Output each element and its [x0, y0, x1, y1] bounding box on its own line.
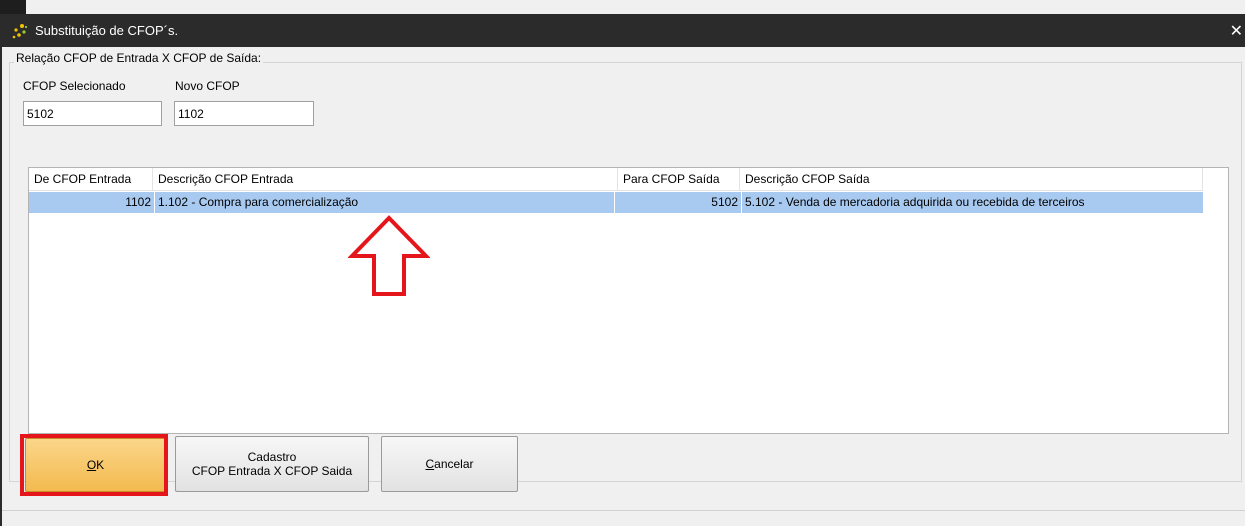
novo-cfop-input[interactable]: [174, 101, 314, 126]
top-strip-dark-block: [0, 0, 26, 14]
grid-header: De CFOP Entrada Descrição CFOP Entrada P…: [29, 168, 1203, 191]
cadastro-label-line1: Cadastro: [247, 450, 297, 464]
ok-highlight-annotation: [20, 434, 168, 496]
cell-de-cfop-entrada: 1102: [29, 192, 155, 213]
dialog-window: Substituição de CFOP´s. ✕ Relação CFOP d…: [0, 14, 1245, 526]
cfop-selecionado-input[interactable]: [23, 101, 162, 126]
window-title: Substituição de CFOP´s.: [35, 23, 179, 38]
cfop-selecionado-label: CFOP Selecionado: [23, 79, 126, 93]
cancelar-mnemonic: C: [425, 457, 435, 471]
cell-descricao-entrada: 1.102 - Compra para comercialização: [155, 192, 615, 213]
column-header-descricao-saida[interactable]: Descrição CFOP Saída: [740, 168, 1203, 191]
table-row[interactable]: 1102 1.102 - Compra para comercialização…: [29, 192, 1203, 213]
column-header-para-cfop-saida[interactable]: Para CFOP Saída: [618, 168, 740, 191]
cadastro-label-line2: CFOP Entrada X CFOP Saida: [191, 464, 353, 478]
top-strip: [0, 0, 1245, 14]
title-bar: Substituição de CFOP´s. ✕: [2, 14, 1245, 47]
column-header-descricao-entrada[interactable]: Descrição CFOP Entrada: [153, 168, 618, 191]
groupbox-legend: Relação CFOP de Entrada X CFOP de Saída:: [14, 51, 264, 65]
cfop-grid[interactable]: De CFOP Entrada Descrição CFOP Entrada P…: [28, 167, 1229, 434]
column-header-de-cfop-entrada[interactable]: De CFOP Entrada: [29, 168, 153, 191]
novo-cfop-label: Novo CFOP: [175, 79, 240, 93]
cell-para-cfop-saida: 5102: [615, 192, 742, 213]
status-divider: [2, 510, 1245, 511]
arrow-up-annotation-icon: [348, 215, 430, 296]
cell-descricao-saida: 5.102 - Venda de mercadoria adquirida ou…: [745, 195, 1085, 209]
cancelar-button[interactable]: Cancelar: [381, 436, 518, 492]
close-icon[interactable]: ✕: [1230, 21, 1243, 40]
cancelar-label: ancelar: [434, 457, 474, 471]
sparkle-icon: [12, 24, 28, 39]
cadastro-button[interactable]: Cadastro CFOP Entrada X CFOP Saida: [175, 436, 369, 492]
